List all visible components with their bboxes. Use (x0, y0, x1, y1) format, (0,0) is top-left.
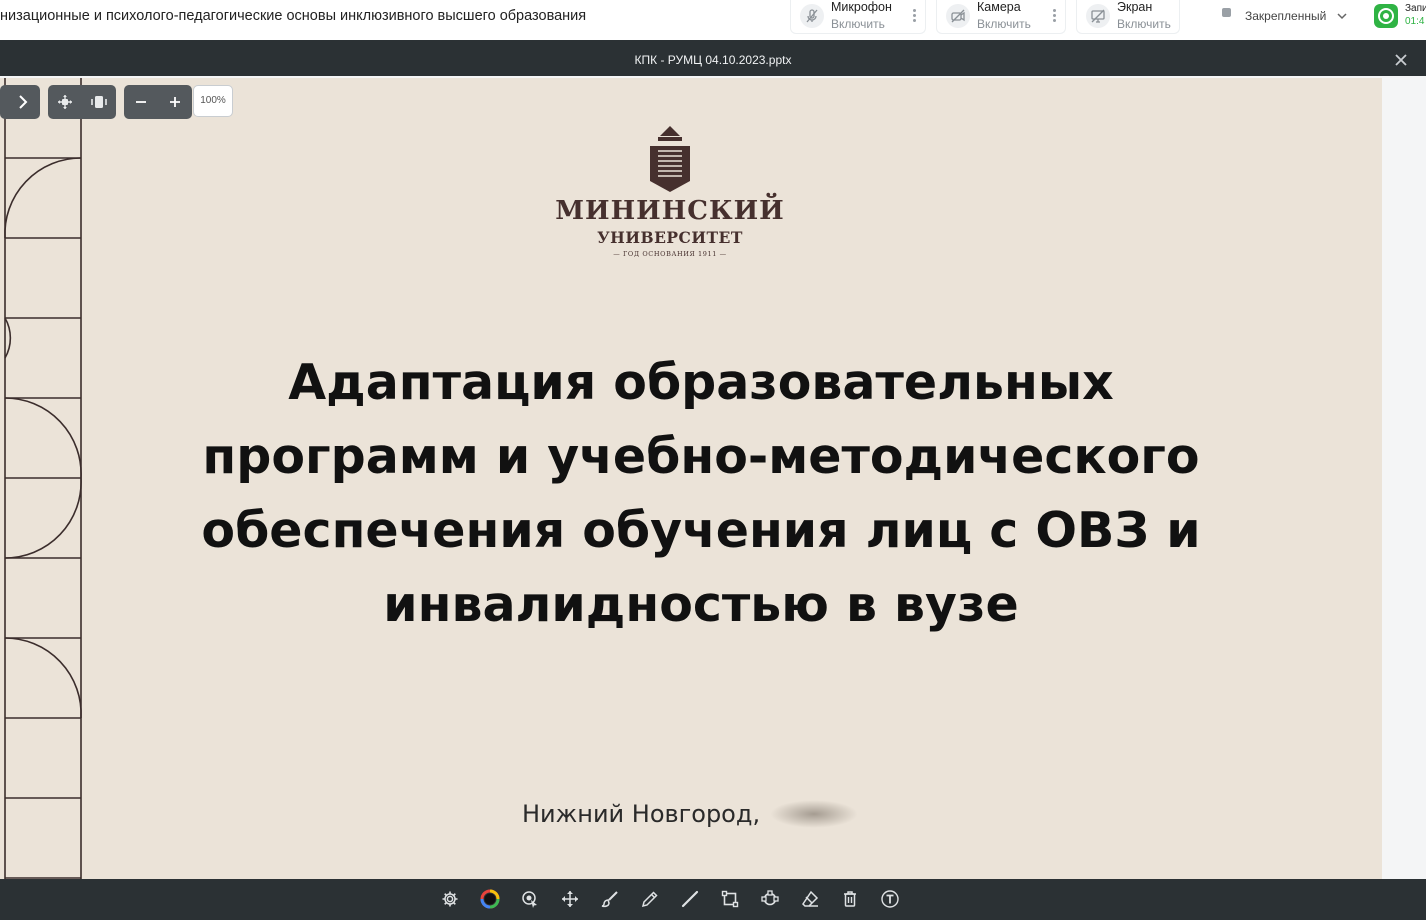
camera-button[interactable]: Камера Включить (936, 0, 1066, 34)
camera-more-icon[interactable] (1053, 9, 1057, 23)
microphone-more-icon[interactable] (913, 9, 917, 23)
shape-icon[interactable] (759, 888, 781, 910)
heading-line: обеспечения обучения лиц с ОВЗ и (201, 502, 1201, 559)
microphone-off-icon (800, 4, 824, 28)
annotation-toolbar (0, 879, 1426, 920)
layout-square-icon (1222, 8, 1231, 17)
chevron-right-icon (19, 95, 28, 109)
slide-heading: Адаптация образовательных программ и уче… (160, 346, 1242, 642)
course-title: низационные и психолого-педагогические о… (0, 8, 587, 24)
layout-select[interactable]: Закрепленный (1210, 0, 1360, 34)
slide-decoration (4, 78, 82, 879)
settings-icon[interactable] (439, 888, 461, 910)
pan-button[interactable] (48, 85, 82, 119)
brush-icon[interactable] (599, 888, 621, 910)
slide-footer: Нижний Новгород, (522, 800, 859, 828)
slide-area: МИНИНСКИЙ УНИВЕРСИТЕТ — ГОД ОСНОВАНИЯ 19… (0, 76, 1426, 879)
chevron-down-icon (1337, 13, 1347, 20)
camera-off-icon (946, 4, 970, 28)
zoom-level-input[interactable]: 100% (193, 85, 233, 117)
viewer-header: КПК - РУМЦ 04.10.2023.pptx (0, 44, 1426, 76)
trash-icon[interactable] (839, 888, 861, 910)
heading-line: программ и учебно-методического (202, 428, 1200, 485)
zoom-controls (124, 85, 192, 119)
recording-icon[interactable] (1374, 4, 1398, 28)
heading-line: Адаптация образовательных (288, 354, 1114, 411)
fit-width-button[interactable] (82, 85, 116, 119)
slide-nav-controls (0, 85, 40, 119)
screen-share-action: Включить (1117, 17, 1171, 31)
line-icon[interactable] (679, 888, 701, 910)
view-controls (48, 85, 116, 119)
text-icon[interactable] (879, 888, 901, 910)
color-picker-icon[interactable] (479, 888, 501, 910)
close-icon[interactable] (1393, 52, 1409, 68)
zoom-out-button[interactable] (124, 85, 158, 119)
university-logo: МИНИНСКИЙ УНИВЕРСИТЕТ — ГОД ОСНОВАНИЯ 19… (540, 126, 800, 266)
pencil-icon[interactable] (639, 888, 661, 910)
fit-width-icon (91, 96, 107, 108)
eraser-icon[interactable] (799, 888, 821, 910)
zoom-in-button[interactable] (158, 85, 192, 119)
next-slide-button[interactable] (6, 85, 40, 119)
screen-share-label: Экран (1117, 0, 1153, 14)
logo-name: МИНИНСКИЙ (555, 196, 785, 226)
camera-label: Камера (977, 0, 1021, 14)
microphone-label: Микрофон (831, 0, 892, 14)
microphone-action: Включить (831, 17, 885, 31)
recording-label: Запи (1405, 3, 1426, 14)
laser-pointer-icon[interactable] (519, 888, 541, 910)
layout-select-value: Закрепленный (1245, 9, 1327, 23)
top-bar: низационные и психолого-педагогические о… (0, 0, 1426, 40)
slide-footer-text: Нижний Новгород, (522, 800, 761, 828)
plus-icon (170, 97, 180, 107)
move-arrows-icon (58, 95, 72, 109)
move-icon[interactable] (559, 888, 581, 910)
minus-icon (136, 101, 146, 103)
microphone-button[interactable]: Микрофон Включить (790, 0, 926, 34)
screen-share-button[interactable]: Экран Включить (1076, 0, 1180, 34)
recording-time: 01:4 (1405, 16, 1425, 27)
blurred-year (770, 800, 859, 828)
tower-icon (650, 126, 690, 192)
logo-year: — ГОД ОСНОВАНИЯ 1911 — (613, 250, 727, 258)
logo-subtitle: УНИВЕРСИТЕТ (597, 228, 743, 247)
screen-share-off-icon (1086, 4, 1110, 28)
camera-action: Включить (977, 17, 1031, 31)
slide: МИНИНСКИЙ УНИВЕРСИТЕТ — ГОД ОСНОВАНИЯ 19… (0, 78, 1382, 879)
file-name: КПК - РУМЦ 04.10.2023.pptx (634, 53, 792, 67)
rectangle-icon[interactable] (719, 888, 741, 910)
heading-line: инвалидностью в вузе (383, 576, 1019, 633)
